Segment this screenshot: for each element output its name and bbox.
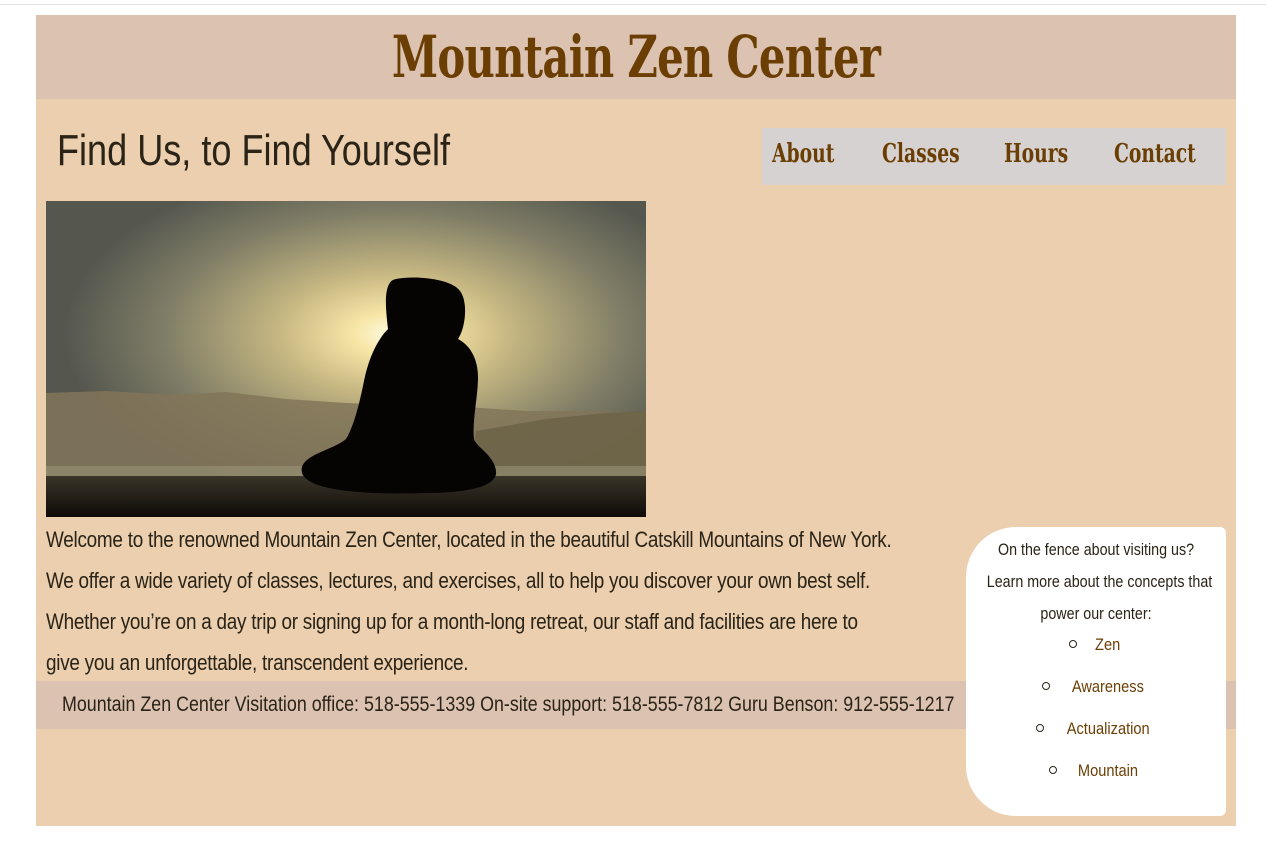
concept-link-awareness[interactable]: Awareness	[1072, 671, 1144, 703]
nav-link-classes[interactable]: Classes	[882, 139, 960, 169]
welcome-line: Whether you’re on a day trip or signing …	[46, 609, 858, 634]
circle-bullet-icon	[1049, 765, 1058, 774]
nav-link-contact[interactable]: Contact	[1114, 139, 1196, 169]
list-item: Awareness	[966, 671, 1226, 713]
welcome-line: give you an unforgettable, transcendent …	[46, 650, 469, 675]
circle-bullet-icon	[1069, 639, 1078, 648]
main-nav: About Classes Hours Contact	[762, 128, 1226, 185]
concept-link-mountain[interactable]: Mountain	[1078, 755, 1138, 787]
list-item: Zen	[966, 629, 1226, 671]
meditation-silhouette-photo	[46, 201, 646, 517]
page-container: Mountain Zen Center Find Us, to Find You…	[36, 15, 1236, 826]
welcome-paragraph: Welcome to the renowned Mountain Zen Cen…	[46, 519, 966, 683]
circle-bullet-icon	[1035, 723, 1044, 732]
welcome-line: We offer a wide variety of classes, lect…	[46, 568, 871, 593]
top-divider	[0, 4, 1266, 5]
sidebar-intro-line: Learn more about the concepts that	[986, 572, 1213, 591]
list-item: Actualization	[966, 713, 1226, 755]
concepts-sidebar: On the fence about visiting us? Learn mo…	[966, 527, 1226, 816]
footer-contact-text: Mountain Zen Center Visitation office: 5…	[62, 693, 955, 716]
list-item: Mountain	[966, 755, 1226, 797]
nav-link-hours[interactable]: Hours	[1004, 139, 1068, 169]
sidebar-intro-line: On the fence about visiting us?	[997, 540, 1195, 559]
concept-link-zen[interactable]: Zen	[1095, 629, 1120, 661]
concepts-list: Zen Awareness Actualization Mountain	[966, 629, 1226, 797]
site-title: Mountain Zen Center	[391, 23, 881, 91]
site-header: Mountain Zen Center	[36, 15, 1236, 99]
nav-link-about[interactable]: About	[772, 139, 834, 169]
sidebar-intro-line: power our center:	[1040, 604, 1152, 623]
welcome-line: Welcome to the renowned Mountain Zen Cen…	[46, 527, 892, 552]
concept-link-actualization[interactable]: Actualization	[1067, 713, 1150, 745]
page-tagline: Find Us, to Find Yourself	[57, 126, 451, 175]
circle-bullet-icon	[1042, 681, 1051, 690]
hero-image	[46, 201, 646, 517]
sidebar-intro: On the fence about visiting us? Learn mo…	[966, 534, 1226, 630]
